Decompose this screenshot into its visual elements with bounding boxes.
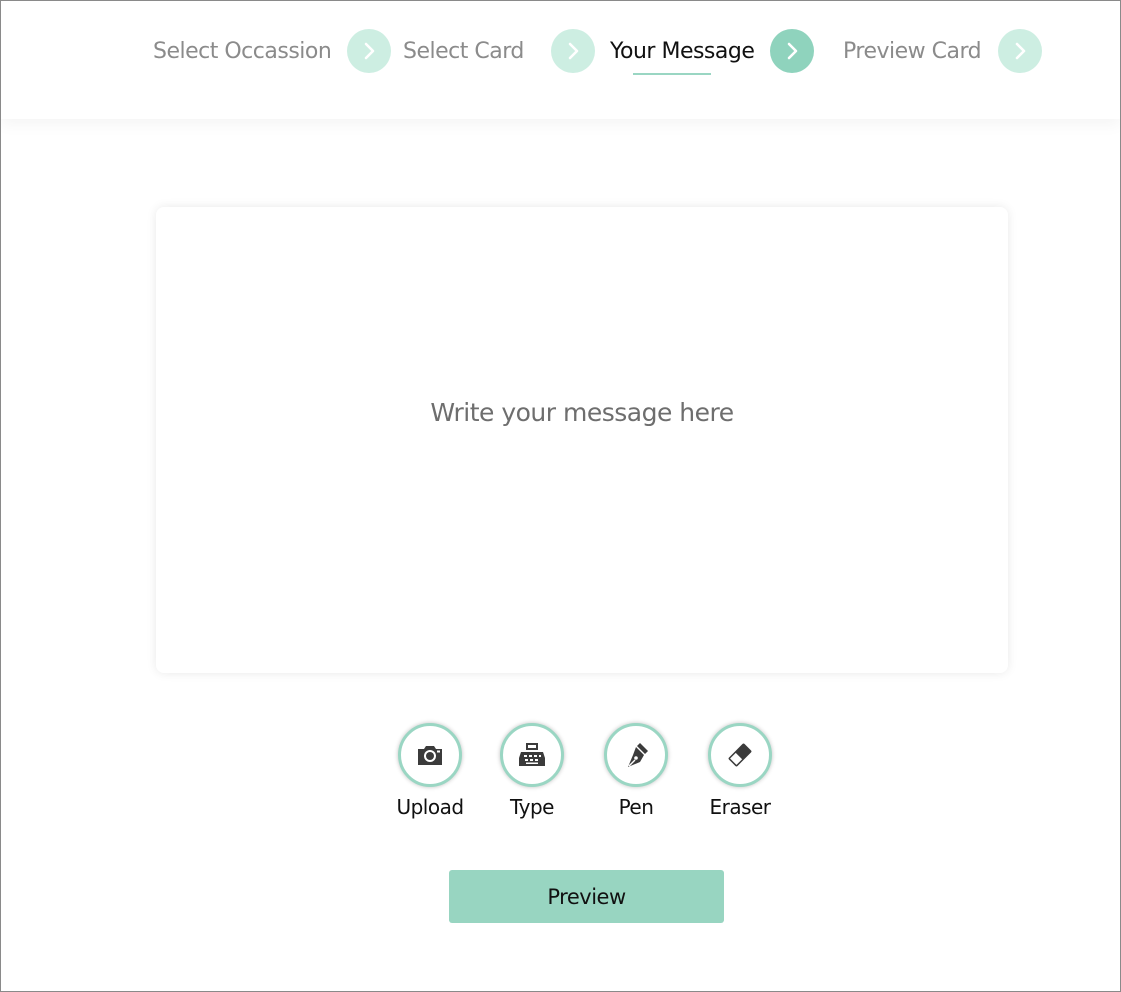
step-preview-card[interactable]: Preview Card <box>843 29 1043 73</box>
chevron-right-icon[interactable] <box>550 29 595 73</box>
step-label: Select Occassion <box>153 38 332 64</box>
chevron-right-icon[interactable] <box>770 29 815 73</box>
pen-tool[interactable]: Pen <box>596 723 676 819</box>
step-label: Select Card <box>403 38 524 64</box>
chevron-right-icon[interactable] <box>998 29 1043 73</box>
preview-button[interactable]: Preview <box>449 870 724 923</box>
eraser-icon <box>728 743 752 767</box>
upload-button[interactable] <box>398 723 462 787</box>
type-tool[interactable]: Type <box>492 723 572 819</box>
upload-label: Upload <box>396 795 464 819</box>
main-content: Write your message here Upload Type Pen … <box>1 119 1120 991</box>
type-label: Type <box>510 795 554 819</box>
pen-button[interactable] <box>604 723 668 787</box>
step-label: Your Message <box>610 38 755 64</box>
stepper-header: Select Occassion Select Card Your Messag… <box>1 1 1120 119</box>
active-step-underline <box>633 73 711 75</box>
pen-label: Pen <box>618 795 654 819</box>
eraser-button[interactable] <box>708 723 772 787</box>
eraser-label: Eraser <box>709 795 771 819</box>
step-select-card[interactable]: Select Card <box>403 29 595 73</box>
step-your-message[interactable]: Your Message <box>610 29 815 75</box>
message-placeholder: Write your message here <box>430 397 734 427</box>
step-select-occasion[interactable]: Select Occassion <box>153 29 392 73</box>
step-label: Preview Card <box>843 38 982 64</box>
eraser-tool[interactable]: Eraser <box>700 723 780 819</box>
upload-tool[interactable]: Upload <box>390 723 470 819</box>
fountain-pen-icon <box>628 743 648 767</box>
type-button[interactable] <box>500 723 564 787</box>
camera-icon <box>418 746 442 765</box>
typewriter-icon <box>519 743 545 766</box>
chevron-right-icon[interactable] <box>347 29 392 73</box>
message-canvas[interactable]: Write your message here <box>156 207 1008 673</box>
app-frame: Select Occassion Select Card Your Messag… <box>0 0 1121 992</box>
